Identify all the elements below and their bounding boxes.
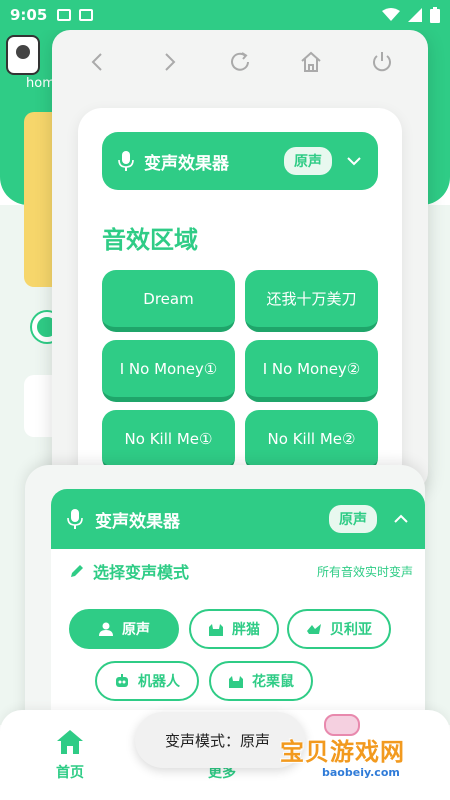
reload-icon bbox=[230, 52, 249, 71]
watermark-title: 宝贝游戏网 bbox=[280, 738, 405, 766]
nav-tab-home[interactable]: 首页 bbox=[55, 728, 85, 782]
effect-button-dream[interactable]: Dream bbox=[102, 270, 235, 332]
pencil-icon bbox=[71, 565, 83, 577]
battery-icon bbox=[430, 7, 440, 23]
avatar[interactable] bbox=[6, 35, 40, 75]
mode-chip-robot[interactable]: 机器人 bbox=[95, 661, 199, 701]
voice-changer-title: 变声效果器 bbox=[144, 153, 229, 174]
status-time: 9:05 bbox=[10, 6, 48, 24]
mode-chip-label: 贝利亚 bbox=[330, 622, 372, 638]
back-button[interactable] bbox=[78, 42, 118, 82]
wifi-icon bbox=[382, 8, 400, 21]
robot-icon bbox=[116, 674, 128, 687]
mode-row: 选择变声模式 所有音效实时变声 bbox=[69, 559, 413, 583]
background-label: hom bbox=[26, 76, 55, 91]
mode-chip-fat-cat[interactable]: 胖猫 bbox=[189, 609, 279, 649]
mode-chip-label: 花栗鼠 bbox=[252, 674, 294, 690]
chevron-right-icon bbox=[165, 53, 176, 71]
forward-button[interactable] bbox=[149, 42, 189, 82]
effect-button-no-kill-me-2[interactable]: No Kill Me② bbox=[245, 410, 378, 472]
chevron-left-icon bbox=[91, 53, 102, 71]
app-notification-icon bbox=[79, 9, 94, 21]
image-notification-icon bbox=[57, 9, 72, 21]
reload-button[interactable] bbox=[220, 42, 260, 82]
changer-mode-badge: 原声 bbox=[329, 505, 377, 533]
mode-chip-label: 原声 bbox=[122, 622, 150, 638]
mode-hint: 所有音效实时变声 bbox=[316, 564, 413, 579]
changer-panel-title: 变声效果器 bbox=[95, 511, 180, 532]
mode-chip-label: 胖猫 bbox=[232, 622, 260, 638]
effect-button-no-money-1[interactable]: I No Money① bbox=[102, 340, 235, 402]
mode-chip-label: 机器人 bbox=[138, 674, 180, 690]
chipmunk-icon bbox=[229, 676, 243, 688]
mode-chip-original[interactable]: 原声 bbox=[69, 609, 179, 649]
mode-chip-belial[interactable]: 贝利亚 bbox=[287, 609, 391, 649]
effect-button-no-money-2[interactable]: I No Money② bbox=[245, 340, 378, 402]
effect-grid: Dream 还我十万美刀 I No Money① I No Money② No … bbox=[102, 270, 378, 472]
toast-text: 变声模式：原声 bbox=[165, 731, 271, 750]
section-title: 音效区域 bbox=[102, 226, 198, 254]
mode-chip-chipmunk[interactable]: 花栗鼠 bbox=[209, 661, 313, 701]
power-button[interactable] bbox=[362, 42, 402, 82]
voice-changer-header[interactable]: 变声效果器 原声 bbox=[102, 132, 378, 190]
person-icon bbox=[99, 622, 113, 636]
effect-button-no-kill-me-1[interactable]: No Kill Me① bbox=[102, 410, 235, 472]
home-icon bbox=[301, 51, 321, 72]
cat-icon bbox=[209, 624, 223, 636]
current-mode-badge: 原声 bbox=[284, 147, 332, 175]
signal-icon bbox=[408, 8, 422, 22]
microphone-icon bbox=[118, 151, 134, 171]
home-button[interactable] bbox=[291, 42, 331, 82]
monster-icon bbox=[307, 624, 321, 634]
watermark: 宝贝游戏网 baobeiy.com bbox=[280, 712, 440, 790]
watermark-url: baobeiy.com bbox=[322, 766, 400, 779]
changer-panel-header[interactable]: 变声效果器 原声 bbox=[51, 489, 425, 549]
effect-card: 变声效果器 原声 音效区域 Dream 还我十万美刀 I No Money① I… bbox=[78, 108, 402, 488]
effect-button-huanwo[interactable]: 还我十万美刀 bbox=[245, 270, 378, 332]
chevron-down-icon[interactable] bbox=[346, 153, 362, 169]
chevron-up-icon[interactable] bbox=[393, 511, 409, 527]
microphone-icon bbox=[67, 509, 83, 529]
power-icon bbox=[373, 52, 392, 72]
mode-title: 选择变声模式 bbox=[93, 563, 190, 582]
window-toolbar bbox=[52, 42, 428, 82]
nav-tab-home-label: 首页 bbox=[56, 765, 84, 781]
home-icon bbox=[57, 730, 83, 754]
status-bar: 9:05 bbox=[0, 0, 450, 30]
